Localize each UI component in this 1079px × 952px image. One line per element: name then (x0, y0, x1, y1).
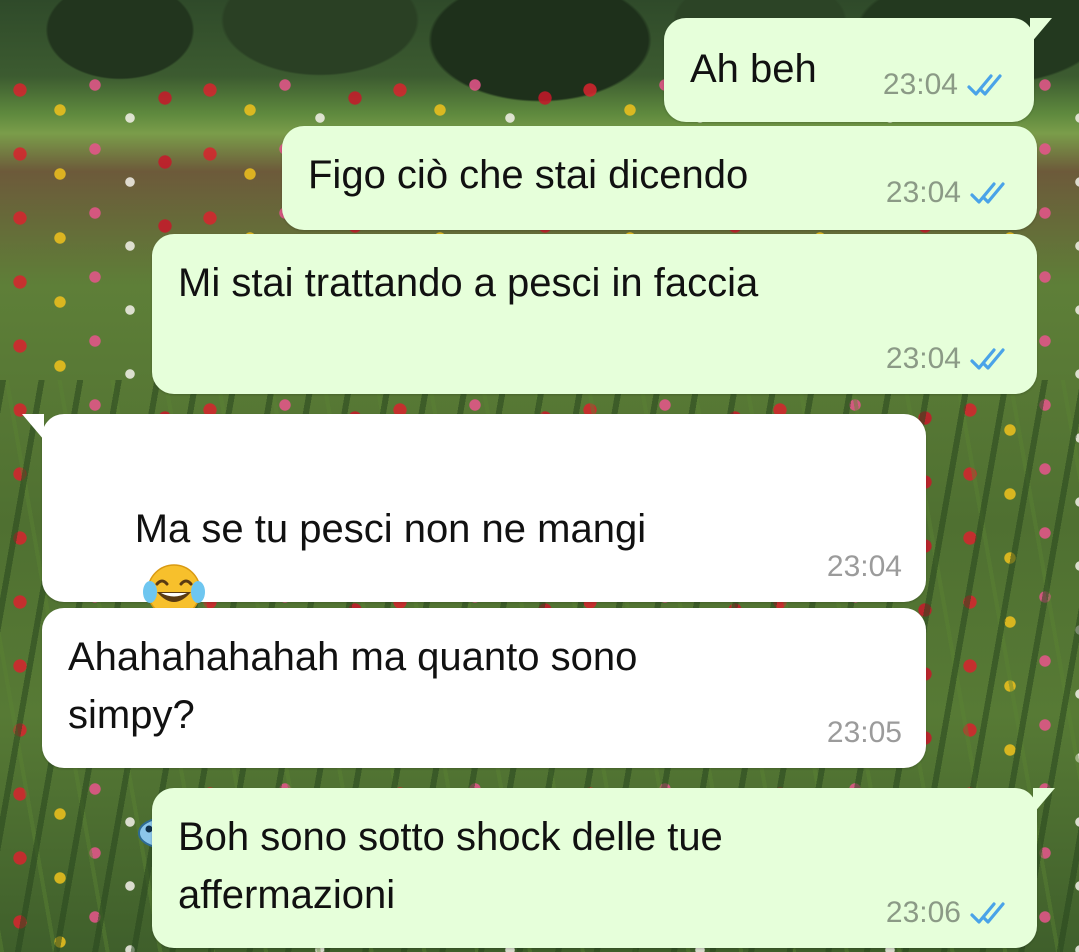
double-check-read-icon (970, 182, 1005, 204)
message-bubble-incoming[interactable]: Ahahahahahah ma quanto sono simpy? 23:05 (42, 608, 926, 768)
message-meta: 23:04 (886, 342, 1013, 376)
message-meta: 23:05 (827, 716, 902, 750)
double-check-read-icon (970, 902, 1005, 924)
message-bubble-outgoing[interactable]: Ah beh 23:04 (664, 18, 1052, 122)
message-bubble-incoming[interactable]: Ma se tu pesci non ne mangi 23:04 (22, 414, 926, 850)
bubble-tail (1033, 788, 1055, 814)
message-text: Mi stai trattando a pesci in faccia (178, 261, 759, 305)
message-bubble-outgoing[interactable]: Mi stai trattando a pesci in faccia 23:0… (152, 234, 1037, 394)
message-time: 23:04 (882, 68, 958, 101)
message-time: 23:04 (885, 176, 961, 209)
message-list[interactable]: Ah beh 23:04 Figo ciò che stai dicendo 2… (0, 0, 1079, 952)
message-meta: 23:04 (883, 68, 1010, 102)
double-check-read-icon (967, 74, 1002, 96)
message-bubble-outgoing[interactable]: Boh sono sotto shock delle tue affermazi… (152, 788, 1055, 948)
message-bubble-outgoing[interactable]: Figo ciò che stai dicendo 23:04 (282, 126, 1037, 230)
message-time: 23:04 (885, 342, 961, 375)
message-time: 23:05 (826, 716, 902, 749)
message-meta: 23:04 (886, 176, 1013, 210)
message-time: 23:04 (826, 550, 902, 583)
message-text: Ahahahahahah ma quanto sono simpy? (68, 635, 638, 737)
bubble-tail (1030, 18, 1052, 44)
message-time: 23:06 (885, 896, 961, 929)
bubble-tail (22, 414, 44, 440)
double-check-read-icon (970, 348, 1005, 370)
message-text: Ma se tu pesci non ne mangi (134, 507, 647, 551)
message-meta: 23:06 (886, 896, 1013, 930)
message-meta: 23:04 (827, 550, 902, 584)
